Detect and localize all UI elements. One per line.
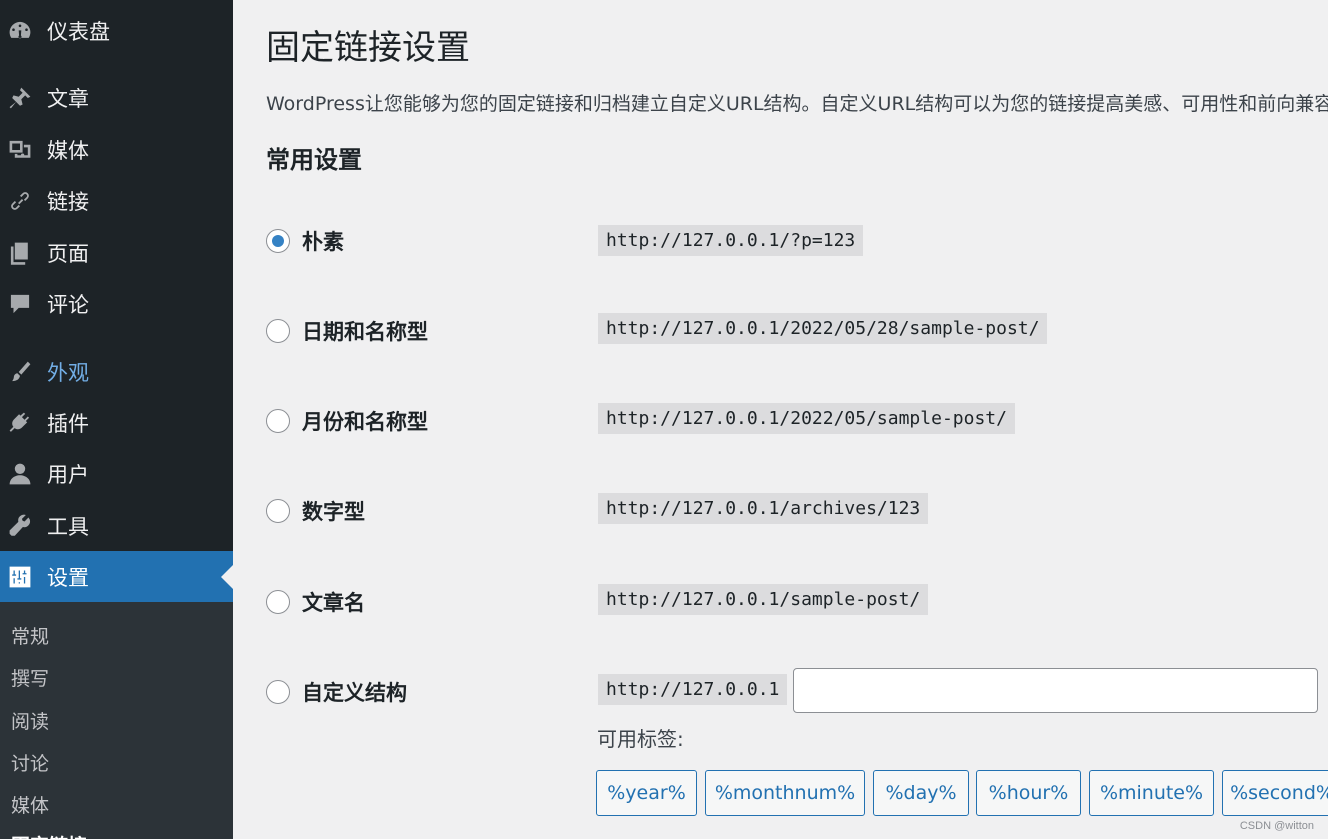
dashboard-icon [7,18,33,44]
sidebar-item-label: 用户 [47,463,89,487]
page-icon [7,240,33,266]
section-title: 常用设置 [266,146,362,174]
sidebar-item-label: 工具 [47,515,89,539]
option-example-url: http://127.0.0.1/archives/123 [598,493,929,524]
sidebar-item-label: 页面 [47,242,89,266]
tag-button-monthnum[interactable]: %monthnum% [705,770,865,816]
sidebar-item-label: 插件 [47,412,89,436]
radio-month-name[interactable] [266,409,290,433]
permalink-option-day-name: 日期和名称型 http://127.0.0.1/2022/05/28/sampl… [233,311,1328,351]
sidebar-item-comments[interactable]: 评论 [0,280,233,328]
option-label[interactable]: 自定义结构 [302,677,407,707]
option-example-url: http://127.0.0.1/2022/05/sample-post/ [598,403,1015,434]
custom-base-url: http://127.0.0.1 [598,674,788,705]
permalink-option-month-name: 月份和名称型 http://127.0.0.1/2022/05/sample-p… [233,401,1328,441]
option-label[interactable]: 日期和名称型 [302,316,428,346]
link-icon [7,188,33,214]
submenu-item-writing[interactable]: 撰写 [11,664,49,691]
sidebar-item-appearance[interactable]: 外观 [0,348,233,396]
submenu-item-general[interactable]: 常规 [11,622,49,649]
sidebar-item-posts[interactable]: 文章 [0,74,233,122]
sidebar-item-tools[interactable]: 工具 [0,502,233,550]
radio-day-name[interactable] [266,319,290,343]
sidebar-item-label: 仪表盘 [47,20,110,44]
radio-plain[interactable] [266,229,290,253]
pushpin-icon [7,85,33,111]
sidebar-item-label: 链接 [47,190,89,214]
custom-structure-input[interactable] [793,668,1318,713]
watermark: CSDN @witton [1239,820,1314,832]
submenu-item-permalinks[interactable]: 固定链接 [11,831,87,839]
permalink-option-numeric: 数字型 http://127.0.0.1/archives/123 [233,491,1328,531]
plugin-icon [7,410,33,436]
available-tags-label: 可用标签: [597,727,684,751]
sidebar-item-label: 外观 [47,361,89,385]
tag-button-year[interactable]: %year% [596,770,697,816]
tag-button-day[interactable]: %day% [873,770,969,816]
tag-button-second[interactable]: %second% [1222,770,1328,816]
radio-custom[interactable] [266,680,290,704]
option-label[interactable]: 月份和名称型 [302,406,428,436]
radio-post-name[interactable] [266,590,290,614]
media-icon [7,137,33,163]
page-title: 固定链接设置 [266,28,470,68]
admin-sidebar: 仪表盘 文章 媒体 链接 页面 评论 外观 插件 用户 工具 设置 常规 撰写 … [0,0,233,839]
sidebar-item-dashboard[interactable]: 仪表盘 [0,7,233,55]
submenu-item-media[interactable]: 媒体 [11,791,49,818]
radio-numeric[interactable] [266,499,290,523]
permalink-option-post-name: 文章名 http://127.0.0.1/sample-post/ [233,582,1328,622]
sidebar-item-label: 媒体 [47,139,89,163]
sidebar-item-plugins[interactable]: 插件 [0,399,233,447]
current-menu-arrow [221,564,233,589]
permalink-option-plain: 朴素 http://127.0.0.1/?p=123 [233,221,1328,261]
submenu-item-discussion[interactable]: 讨论 [11,749,49,776]
intro-text: WordPress让您能够为您的固定链接和归档建立自定义URL结构。自定义URL… [266,93,1328,115]
sidebar-item-links[interactable]: 链接 [0,177,233,225]
sidebar-item-pages[interactable]: 页面 [0,229,233,277]
option-label[interactable]: 数字型 [302,496,365,526]
main-content: 固定链接设置 WordPress让您能够为您的固定链接和归档建立自定义URL结构… [233,0,1328,839]
option-example-url: http://127.0.0.1/2022/05/28/sample-post/ [598,313,1048,344]
comment-icon [7,291,33,317]
option-label[interactable]: 文章名 [302,587,365,617]
wrench-icon [7,513,33,539]
tag-button-hour[interactable]: %hour% [976,770,1081,816]
settings-submenu: 常规 撰写 阅读 讨论 媒体 固定链接 [0,602,233,839]
sidebar-item-label: 评论 [47,293,89,317]
paintbrush-icon [7,359,33,385]
sidebar-item-media[interactable]: 媒体 [0,126,233,174]
sidebar-item-settings[interactable]: 设置 [0,551,233,602]
option-label[interactable]: 朴素 [302,226,344,256]
user-icon [7,461,33,487]
option-example-url: http://127.0.0.1/sample-post/ [598,584,929,615]
tag-button-minute[interactable]: %minute% [1089,770,1214,816]
sidebar-item-users[interactable]: 用户 [0,450,233,498]
option-example-url: http://127.0.0.1/?p=123 [598,225,864,256]
settings-icon [7,564,33,590]
sidebar-item-label: 设置 [47,565,89,590]
sidebar-item-label: 文章 [47,87,89,111]
submenu-item-reading[interactable]: 阅读 [11,707,49,734]
